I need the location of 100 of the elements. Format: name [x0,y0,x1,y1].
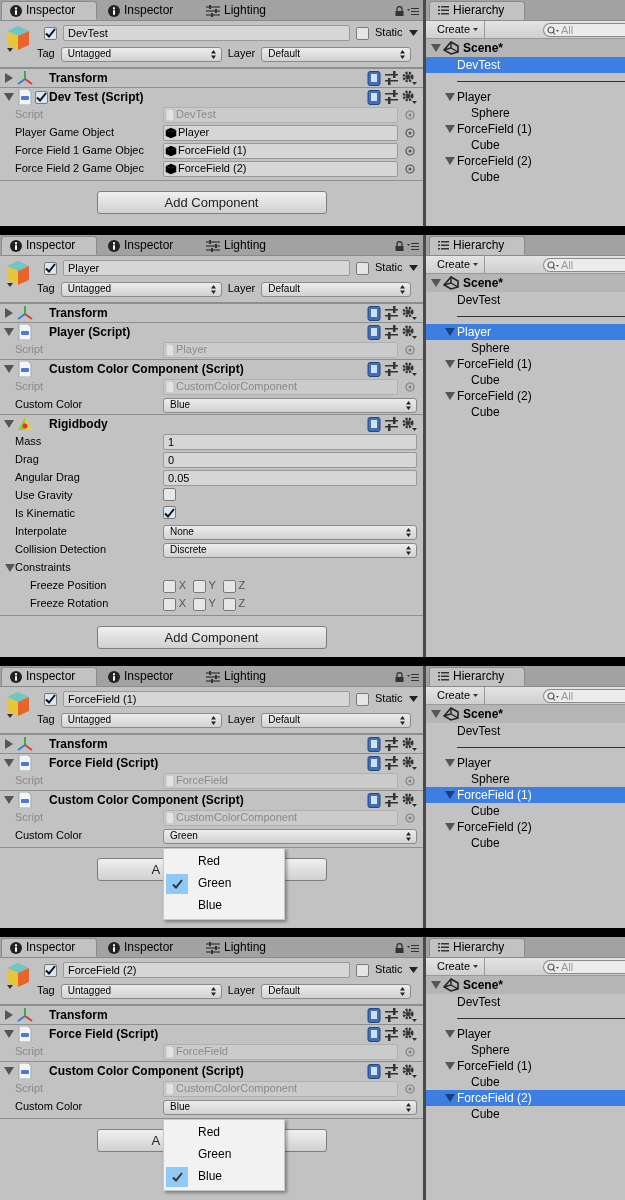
foldout-arrow-icon[interactable] [445,758,455,768]
foldout-arrow-icon[interactable] [4,758,14,768]
hierarchy-item[interactable]: ForceField (1) [426,787,625,803]
checkbox[interactable] [222,579,236,593]
add-component-button[interactable]: Add Component [96,626,327,649]
number-field[interactable]: 1 [163,434,417,450]
tab[interactable]: Inspector [1,236,97,255]
hierarchy-item[interactable]: ForceField (2) [426,1090,625,1106]
checkbox[interactable] [163,597,176,611]
foldout-arrow-icon[interactable] [5,563,15,573]
help-book-icon[interactable] [367,416,381,432]
sliders-icon[interactable] [385,1064,398,1078]
sliders-icon[interactable] [385,737,398,751]
menu-item[interactable]: Blue [164,1165,284,1188]
hierarchy-item[interactable]: DevTest [426,723,625,739]
checkbox[interactable] [163,579,176,593]
dropdown[interactable]: Blue [163,397,417,413]
dropdown[interactable]: Blue [163,1099,417,1115]
gear-icon[interactable] [402,1064,417,1078]
lock-icon[interactable] [395,241,404,251]
hierarchy-item[interactable]: Sphere [426,771,625,787]
gear-icon[interactable] [402,737,417,751]
foldout-arrow-icon[interactable] [4,795,14,805]
tab[interactable]: Lighting [197,667,293,686]
create-button[interactable]: Create [431,687,486,704]
dropdown[interactable]: Default [261,281,412,297]
name-field[interactable]: ForceField (2) [63,962,350,978]
menu-item[interactable]: Red [164,1121,284,1144]
foldout-arrow-icon[interactable] [445,790,455,800]
foldout-arrow-icon[interactable] [4,1029,14,1039]
tab[interactable]: Inspector [99,1,195,20]
help-book-icon[interactable] [367,755,381,771]
number-field[interactable]: 0 [163,452,417,468]
foldout-arrow-icon[interactable] [445,92,455,102]
hierarchy-item[interactable]: Player [426,755,625,771]
gear-icon[interactable] [402,90,417,104]
object-field[interactable]: Player [163,125,398,141]
hierarchy-item[interactable]: Cube [426,1106,625,1122]
checkbox[interactable] [163,487,176,501]
help-book-icon[interactable] [367,361,381,377]
gear-icon[interactable] [402,71,417,85]
caret-icon[interactable] [408,967,418,973]
create-button[interactable]: Create [431,958,486,975]
gear-icon[interactable] [402,362,417,376]
dropdown[interactable]: Untagged [60,983,222,999]
tab[interactable]: Hierarchy [429,236,525,255]
foldout-arrow-icon[interactable] [431,980,441,990]
gear-icon[interactable] [402,756,417,770]
hierarchy-item[interactable]: Player [426,89,625,105]
active-checkbox[interactable] [44,261,57,275]
number-field[interactable]: 0.05 [163,470,417,486]
search-field[interactable]: All [543,257,625,272]
dropdown[interactable]: Untagged [60,712,222,728]
help-book-icon[interactable] [367,89,381,105]
sliders-icon[interactable] [385,90,398,104]
tab[interactable]: Hierarchy [429,667,525,686]
help-book-icon[interactable] [367,736,381,752]
foldout-arrow-icon[interactable] [4,419,14,429]
foldout-arrow-icon[interactable] [431,278,441,288]
hierarchy-item[interactable]: Sphere [426,340,625,356]
name-field[interactable]: Player [63,260,350,276]
create-button[interactable]: Create [431,21,486,38]
menu-item[interactable]: Green [164,872,284,895]
caret-icon[interactable] [408,696,418,702]
foldout-arrow-icon[interactable] [431,709,441,719]
sliders-icon[interactable] [385,362,398,376]
hierarchy-item[interactable]: ForceField (1) [426,356,625,372]
foldout-arrow-icon[interactable] [4,92,14,102]
hierarchy-item[interactable]: Player [426,324,625,340]
foldout-arrow-icon[interactable] [4,739,14,749]
menu-icon[interactable] [407,242,419,250]
menu-icon[interactable] [407,673,419,681]
help-book-icon[interactable] [367,70,381,86]
hierarchy-item[interactable]: Cube [426,169,625,185]
lock-icon[interactable] [395,943,404,953]
foldout-arrow-icon[interactable] [445,391,455,401]
hierarchy-item[interactable]: Sphere [426,105,625,121]
foldout-arrow-icon[interactable] [431,43,441,53]
checkbox[interactable] [163,506,176,520]
tab[interactable]: Lighting [197,938,293,957]
dropdown[interactable]: Default [261,46,412,62]
hierarchy-item[interactable]: DevTest [426,292,625,308]
tab[interactable]: Inspector [1,938,97,957]
hierarchy-item[interactable]: ForceField (2) [426,153,625,169]
name-field[interactable]: DevTest [63,25,350,41]
static-checkbox[interactable] [356,692,369,706]
object-field[interactable]: ForceField (2) [163,161,398,177]
foldout-arrow-icon[interactable] [445,156,455,166]
foldout-arrow-icon[interactable] [445,327,455,337]
checkbox[interactable] [192,579,206,593]
tab[interactable]: Inspector [99,667,195,686]
help-book-icon[interactable] [367,305,381,321]
dropdown[interactable]: Green [163,828,417,844]
component-title[interactable]: Custom Color Component (Script) [49,1063,244,1079]
hierarchy-item[interactable]: DevTest [426,57,625,73]
hierarchy-item[interactable]: Cube [426,803,625,819]
foldout-arrow-icon[interactable] [4,73,14,83]
hierarchy-item[interactable]: Cube [426,137,625,153]
gear-icon[interactable] [402,325,417,339]
menu-item[interactable]: Red [164,850,284,873]
